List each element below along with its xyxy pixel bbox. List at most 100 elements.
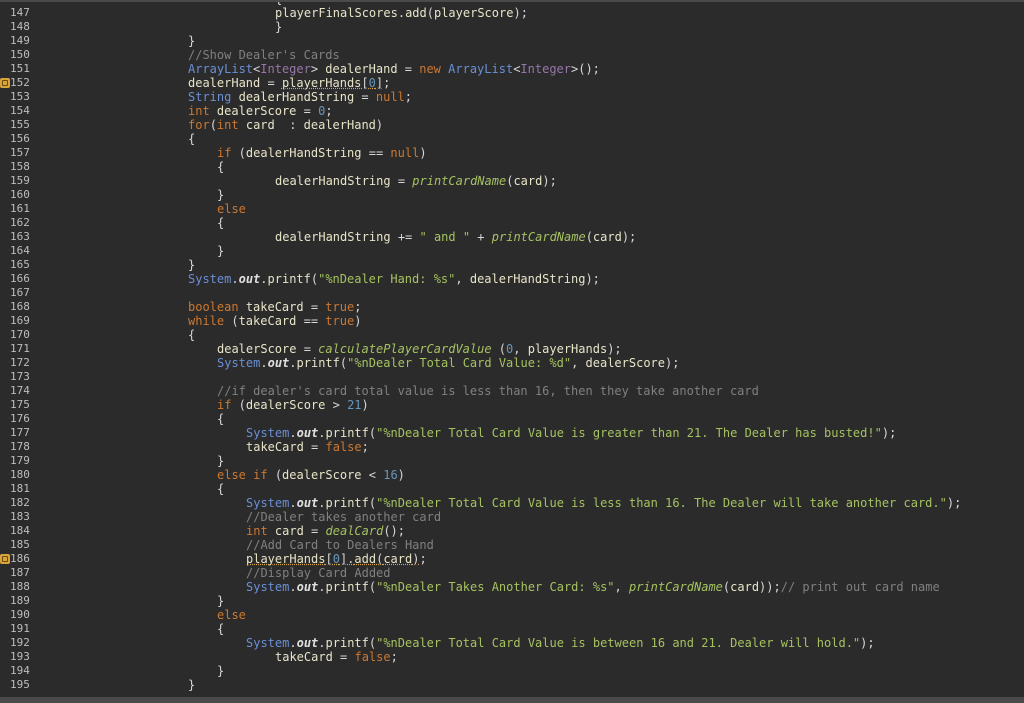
code-line[interactable]: 150 //Show Dealer's Cards xyxy=(0,48,1024,62)
code-text[interactable]: while (takeCard == true) xyxy=(188,314,361,328)
code-line[interactable]: 185 //Add Card to Dealers Hand xyxy=(0,538,1024,552)
code-line[interactable]: 193 takeCard = false; xyxy=(0,650,1024,664)
code-line[interactable]: 192 System.out.printf("%nDealer Total Car… xyxy=(0,636,1024,650)
code-text[interactable]: } xyxy=(188,34,195,48)
code-line[interactable]: 151 ArrayList<Integer> dealerHand = new A… xyxy=(0,62,1024,76)
code-text[interactable]: //Add Card to Dealers Hand xyxy=(246,538,434,552)
code-line[interactable]: 157 if (dealerHandString == null) xyxy=(0,146,1024,160)
code-line[interactable]: 187 //Display Card Added xyxy=(0,566,1024,580)
code-line[interactable]: 189} xyxy=(0,594,1024,608)
code-text[interactable]: dealerHand = playerHands[0]; xyxy=(188,76,390,90)
code-text[interactable]: String dealerHandString = null; xyxy=(188,90,412,104)
code-text[interactable]: int card = dealCard(); xyxy=(246,524,405,538)
code-line[interactable]: 177 System.out.printf("%nDealer Total Car… xyxy=(0,426,1024,440)
code-text[interactable]: { xyxy=(217,412,224,426)
code-line[interactable]: 155 for(int card : dealerHand) xyxy=(0,118,1024,132)
code-text[interactable]: playerHands[0].add(card); xyxy=(246,552,427,566)
code-text[interactable]: else xyxy=(217,202,246,216)
code-line[interactable]: 191 { xyxy=(0,622,1024,636)
code-text[interactable]: dealerScore = calculatePlayerCardValue (… xyxy=(217,342,622,356)
code-text[interactable]: { xyxy=(188,132,195,146)
code-line[interactable]: 182 System.out.printf("%nDealer Total Car… xyxy=(0,496,1024,510)
code-text[interactable]: dealerHandString = printCardName(card); xyxy=(275,174,557,188)
code-text[interactable]: { xyxy=(188,328,195,342)
code-text[interactable]: System.out.printf("%nDealer Total Card V… xyxy=(246,426,896,440)
code-line[interactable]: 162 { xyxy=(0,216,1024,230)
code-text[interactable]: //Display Card Added xyxy=(246,566,391,580)
code-line[interactable]: 176 { xyxy=(0,412,1024,426)
code-line[interactable]: 161 else xyxy=(0,202,1024,216)
code-text[interactable]: System.out.printf("%nDealer Total Card V… xyxy=(217,356,679,370)
code-line[interactable]: 183 //Dealer takes another card xyxy=(0,510,1024,524)
code-text[interactable]: System.out.printf("%nDealer Total Card V… xyxy=(246,636,875,650)
code-text[interactable]: } xyxy=(217,664,224,678)
code-line[interactable]: 156 { xyxy=(0,132,1024,146)
code-line[interactable]: 148} xyxy=(0,20,1024,34)
code-line[interactable]: 184 int card = dealCard(); xyxy=(0,524,1024,538)
line-number: 191 xyxy=(10,622,30,635)
code-lines[interactable]: 146{147playerFinalScores.add(playerScore… xyxy=(0,0,1024,692)
code-line[interactable]: 160} xyxy=(0,188,1024,202)
code-line[interactable]: 175 if (dealerScore > 21) xyxy=(0,398,1024,412)
code-line[interactable]: 172 System.out.printf("%nDealer Total Car… xyxy=(0,356,1024,370)
code-line[interactable]: 179} xyxy=(0,454,1024,468)
code-line[interactable]: 165} xyxy=(0,258,1024,272)
code-text[interactable]: } xyxy=(188,258,195,272)
code-text[interactable]: System.out.printf("%nDealer Takes Anothe… xyxy=(246,580,940,594)
code-line[interactable]: 174 //if dealer's card total value is les… xyxy=(0,384,1024,398)
code-text[interactable]: dealerHandString += " and " + printCardN… xyxy=(275,230,636,244)
code-line[interactable]: 154 int dealerScore = 0; xyxy=(0,104,1024,118)
code-text[interactable]: } xyxy=(217,188,224,202)
code-text[interactable]: //if dealer's card total value is less t… xyxy=(217,384,759,398)
code-text[interactable]: System.out.printf("%nDealer Total Card V… xyxy=(246,496,961,510)
code-line[interactable]: 153 String dealerHandString = null; xyxy=(0,90,1024,104)
code-editor[interactable]: 146{147playerFinalScores.add(playerScore… xyxy=(0,0,1024,703)
code-line[interactable]: 186 playerHands[0].add(card); xyxy=(0,552,1024,566)
code-line[interactable]: 147 playerFinalScores.add(playerScore); xyxy=(0,6,1024,20)
code-line[interactable]: 163 dealerHandString += " and " + printCa… xyxy=(0,230,1024,244)
code-line[interactable]: 181 { xyxy=(0,482,1024,496)
code-text[interactable]: int dealerScore = 0; xyxy=(188,104,333,118)
code-line[interactable]: 169 while (takeCard == true) xyxy=(0,314,1024,328)
code-text[interactable]: } xyxy=(188,678,195,692)
code-text[interactable]: for(int card : dealerHand) xyxy=(188,118,383,132)
code-line[interactable]: 164} xyxy=(0,244,1024,258)
code-text[interactable]: { xyxy=(217,216,224,230)
code-line[interactable]: 152 dealerHand = playerHands[0]; xyxy=(0,76,1024,90)
code-text[interactable]: playerFinalScores.add(playerScore); xyxy=(275,6,528,20)
code-text[interactable]: System.out.printf("%nDealer Hand: %s", d… xyxy=(188,272,600,286)
code-line[interactable]: 188 System.out.printf("%nDealer Takes Ano… xyxy=(0,580,1024,594)
code-line[interactable]: 195} xyxy=(0,678,1024,692)
horizontal-scrollbar[interactable] xyxy=(0,697,1024,703)
code-line[interactable]: 190 else xyxy=(0,608,1024,622)
code-text[interactable]: { xyxy=(217,622,224,636)
code-line[interactable]: 167 xyxy=(0,286,1024,300)
code-text[interactable]: //Show Dealer's Cards xyxy=(188,48,340,62)
code-text[interactable]: else if (dealerScore < 16) xyxy=(217,468,405,482)
code-text[interactable]: } xyxy=(217,454,224,468)
code-line[interactable]: 166 System.out.printf("%nDealer Hand: %s"… xyxy=(0,272,1024,286)
code-text[interactable]: } xyxy=(275,20,282,34)
code-text[interactable]: ArrayList<Integer> dealerHand = new Arra… xyxy=(188,62,600,76)
code-line[interactable]: 173 xyxy=(0,370,1024,384)
code-text[interactable]: //Dealer takes another card xyxy=(246,510,441,524)
code-line[interactable]: 158 { xyxy=(0,160,1024,174)
code-text[interactable]: takeCard = false; xyxy=(275,650,398,664)
code-text[interactable]: if (dealerHandString == null) xyxy=(217,146,427,160)
code-text[interactable]: } xyxy=(217,244,224,258)
code-text[interactable]: { xyxy=(217,160,224,174)
code-text[interactable]: else xyxy=(217,608,246,622)
code-text[interactable]: takeCard = false; xyxy=(246,440,369,454)
code-line[interactable]: 159 dealerHandString = printCardName(card… xyxy=(0,174,1024,188)
code-line[interactable]: 149} xyxy=(0,34,1024,48)
code-line[interactable]: 168 boolean takeCard = true; xyxy=(0,300,1024,314)
code-line[interactable]: 194} xyxy=(0,664,1024,678)
code-text[interactable]: { xyxy=(217,482,224,496)
code-line[interactable]: 171 dealerScore = calculatePlayerCardValu… xyxy=(0,342,1024,356)
code-text[interactable]: boolean takeCard = true; xyxy=(188,300,361,314)
code-line[interactable]: 180 else if (dealerScore < 16) xyxy=(0,468,1024,482)
code-line[interactable]: 170 { xyxy=(0,328,1024,342)
code-text[interactable]: if (dealerScore > 21) xyxy=(217,398,369,412)
code-line[interactable]: 178 takeCard = false; xyxy=(0,440,1024,454)
code-text[interactable]: } xyxy=(217,594,224,608)
